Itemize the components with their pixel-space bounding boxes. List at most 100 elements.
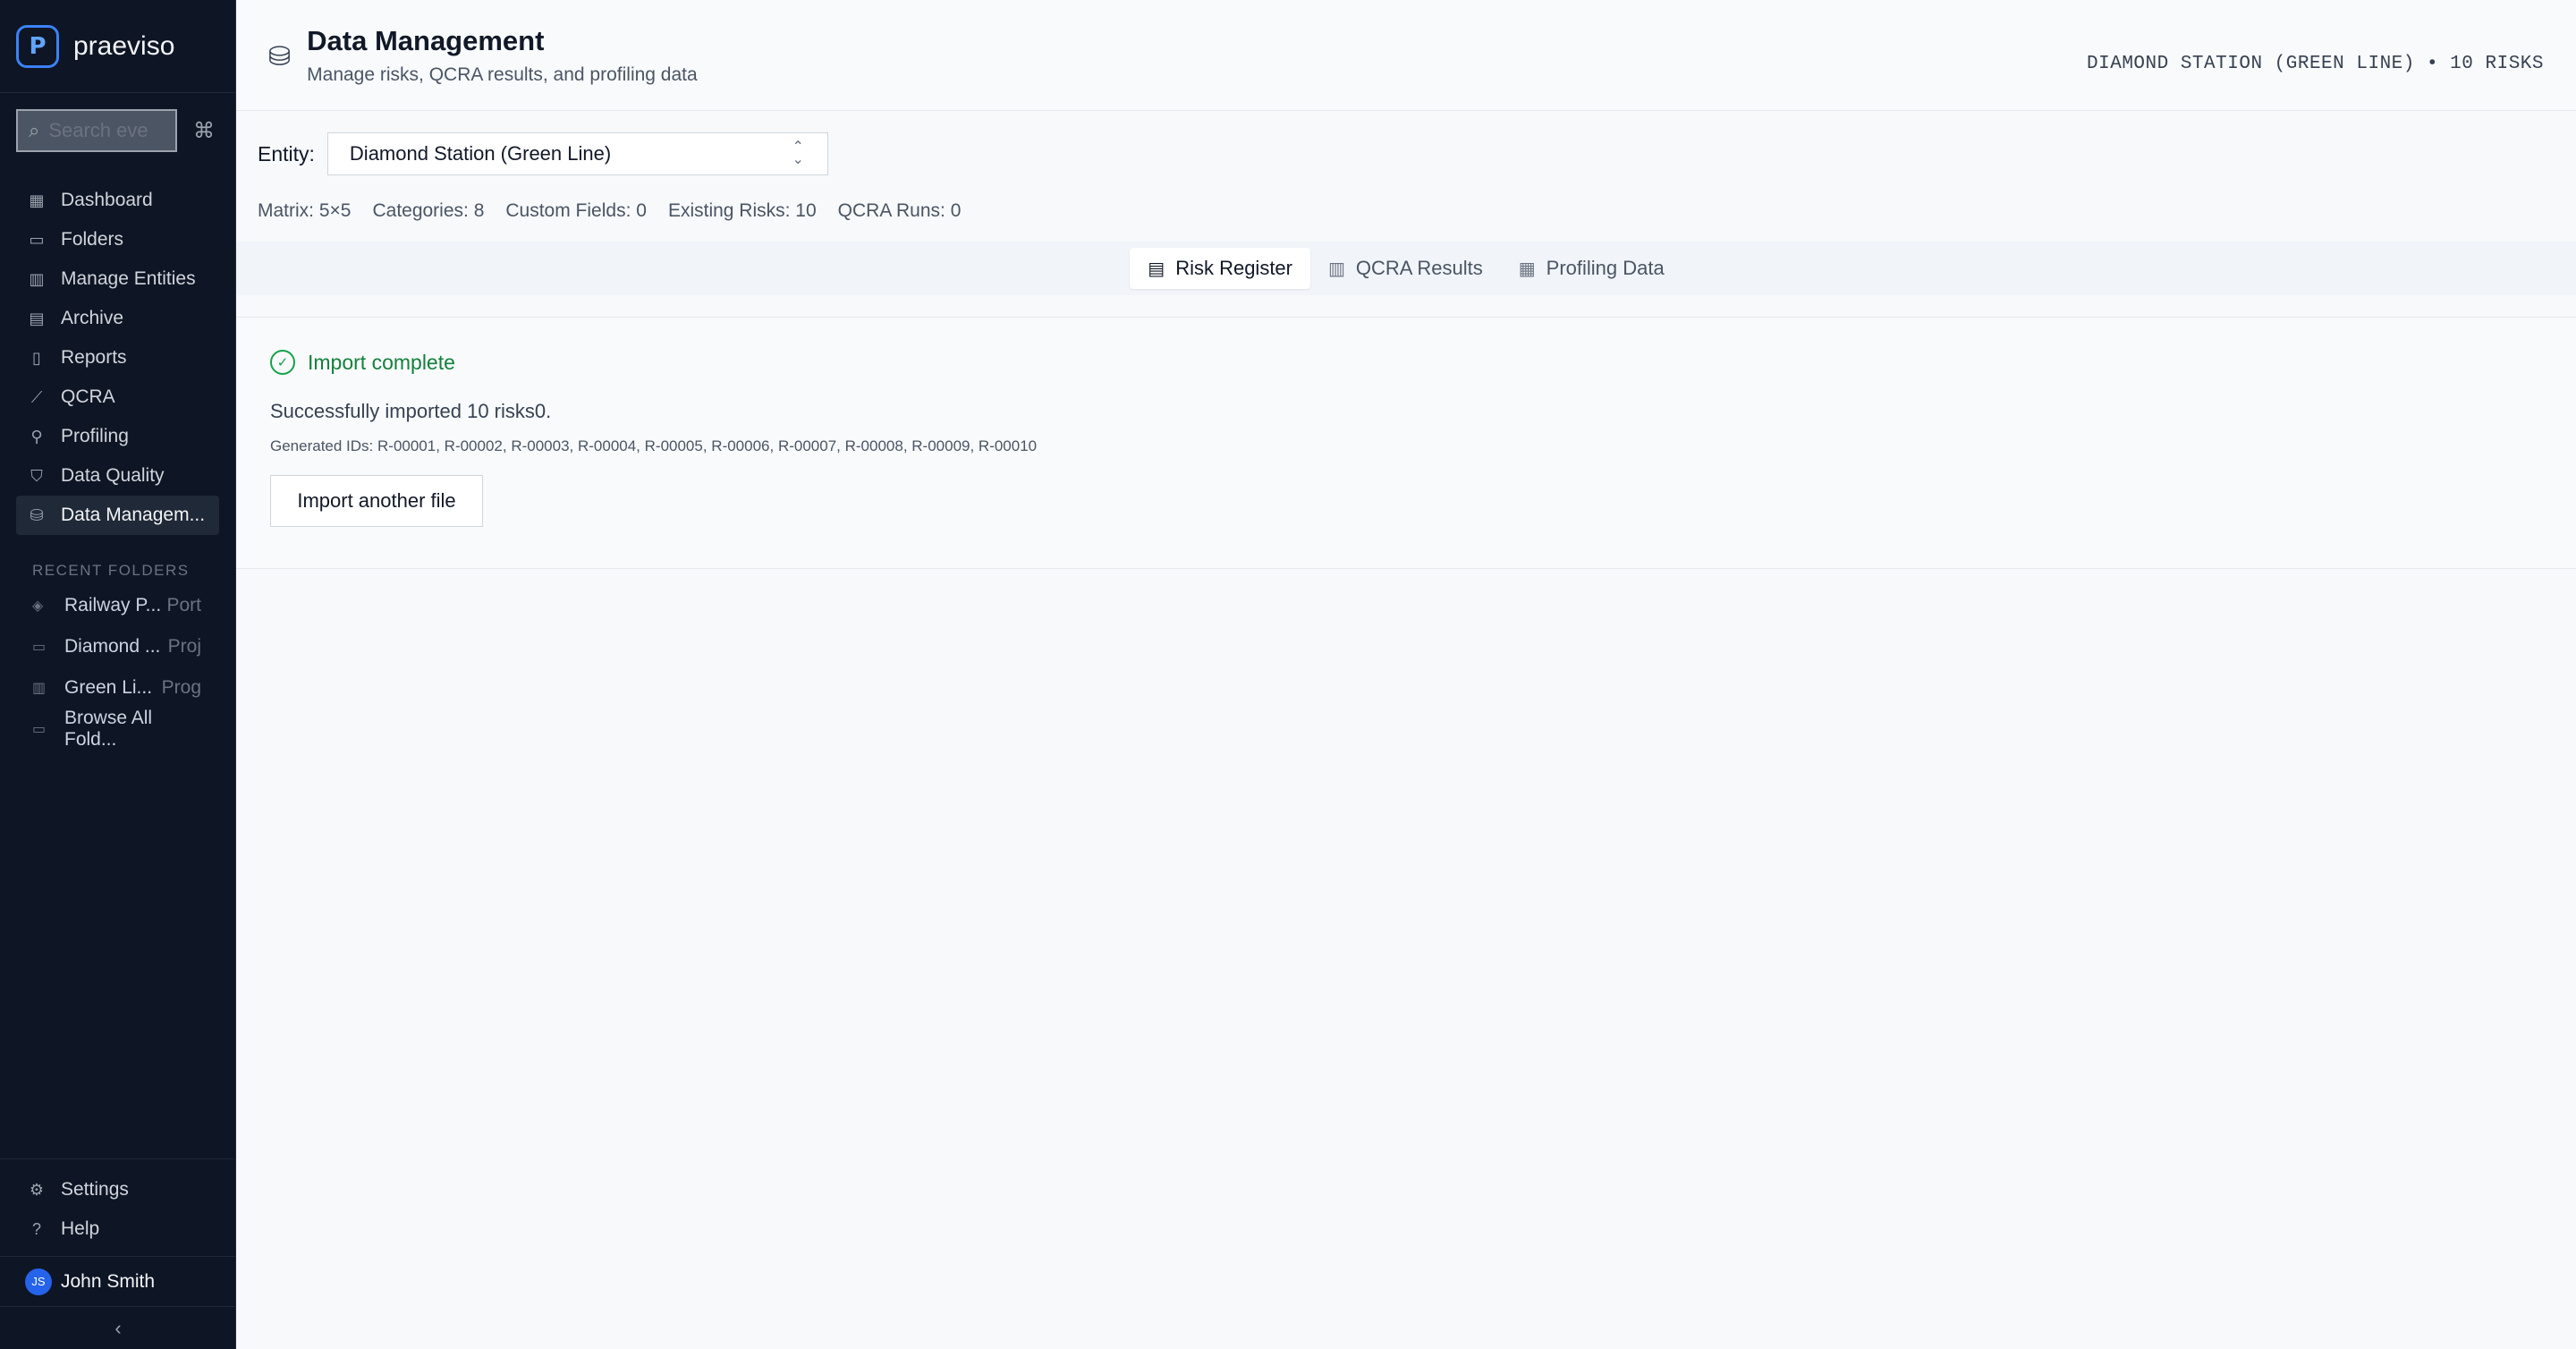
sidebar-item-folders[interactable]: ▭ Folders bbox=[16, 220, 219, 259]
tab-label: Risk Register bbox=[1175, 257, 1292, 279]
entity-context: DIAMOND STATION (GREEN LINE) • 10 RISKS bbox=[2087, 54, 2544, 74]
help-icon: ? bbox=[31, 1219, 41, 1238]
meta-custom-fields: Custom Fields: 0 bbox=[505, 200, 647, 221]
recent-folders-label: RECENT FOLDERS bbox=[32, 562, 190, 579]
sidebar-bottom: ⚙ Settings ? Help JS John Smith ‹ bbox=[0, 1158, 236, 1349]
user-profile[interactable]: JS John Smith bbox=[0, 1256, 236, 1306]
shield-icon: ⛉ bbox=[30, 466, 43, 485]
tab-label: QCRA Results bbox=[1355, 257, 1483, 279]
tab-profiling-data[interactable]: ▦ Profiling Data bbox=[1501, 248, 1682, 289]
header-text: Data Management Manage risks, QCRA resul… bbox=[307, 25, 698, 86]
page-subtitle: Manage risks, QCRA results, and profilin… bbox=[307, 64, 698, 85]
sidebar-item-profiling[interactable]: ⚲ Profiling bbox=[16, 417, 219, 456]
sidebar-item-label: Manage Entities bbox=[61, 268, 196, 289]
tab-label: Profiling Data bbox=[1546, 257, 1665, 279]
import-message: Successfully imported 10 risks0. bbox=[270, 400, 552, 422]
page-header: ⛁ Data Management Manage risks, QCRA res… bbox=[236, 0, 2576, 111]
app-window: P praeviso ⌕ ⌘ ▦ Dashboard ▭ Folders ▥ M… bbox=[0, 0, 2576, 1349]
sidebar-item-label: Data Quality bbox=[61, 465, 165, 486]
import-result-panel: ✓ Import complete Successfully imported … bbox=[236, 317, 2576, 569]
import-status: ✓ Import complete bbox=[270, 350, 2576, 375]
sidebar-item-label: Dashboard bbox=[61, 190, 153, 210]
entity-select-value: Diamond Station (Green Line) bbox=[349, 142, 612, 165]
database-icon: ⛁ bbox=[268, 42, 292, 72]
report-icon: ▯ bbox=[32, 348, 41, 367]
archive-icon: ▤ bbox=[29, 309, 45, 327]
brand-logo: P bbox=[16, 24, 59, 68]
sidebar-item-reports[interactable]: ▯ Reports bbox=[16, 338, 219, 378]
folder-icon: ▭ bbox=[32, 722, 47, 737]
sidebar-item-settings[interactable]: ⚙ Settings bbox=[16, 1170, 220, 1209]
sidebar-item-label: Folders bbox=[61, 229, 124, 250]
document-icon: ▤ bbox=[1148, 259, 1165, 279]
dashboard-icon: ▦ bbox=[29, 191, 45, 209]
tabs-bar: ▤ Risk Register ▥ QCRA Results ▦ Profili… bbox=[236, 242, 2576, 295]
search-icon: ⌕ bbox=[29, 119, 40, 141]
main-content: ⛁ Data Management Manage risks, QCRA res… bbox=[236, 0, 2576, 1349]
recent-folder-item[interactable]: ◈ Railway P... Port bbox=[0, 585, 235, 626]
import-status-title: Import complete bbox=[308, 350, 455, 374]
chart-line-icon: ⟋ bbox=[30, 387, 43, 406]
sidebar-item-manage-entities[interactable]: ▥ Manage Entities bbox=[16, 259, 219, 299]
bottom-nav: ⚙ Settings ? Help bbox=[0, 1158, 236, 1256]
recent-folder-tag: Prog bbox=[161, 677, 201, 698]
check-circle-icon: ✓ bbox=[270, 350, 295, 375]
sidebar-item-label: Archive bbox=[61, 308, 124, 328]
sidebar: P praeviso ⌕ ⌘ ▦ Dashboard ▭ Folders ▥ M… bbox=[0, 0, 236, 1349]
search-row: ⌕ ⌘ bbox=[0, 93, 235, 168]
page-title: Data Management bbox=[307, 24, 545, 56]
grid-icon: ▦ bbox=[1518, 259, 1536, 279]
meta-qcra-runs: QCRA Runs: 0 bbox=[837, 200, 962, 221]
generated-ids: Generated IDs: R-00001, R-00002, R-00003… bbox=[270, 437, 1038, 454]
sidebar-item-dashboard[interactable]: ▦ Dashboard bbox=[16, 181, 219, 220]
meta-matrix: Matrix: 5×5 bbox=[258, 200, 352, 221]
sidebar-item-archive[interactable]: ▤ Archive bbox=[16, 299, 219, 338]
chevron-up-down-icon: ⌃ ⌄ bbox=[792, 140, 804, 167]
browse-all-folders-label: Browse All Fold... bbox=[64, 708, 153, 750]
brand-name: praeviso bbox=[73, 30, 175, 61]
gear-icon: ⚙ bbox=[29, 1180, 45, 1199]
entity-label: Entity: bbox=[258, 141, 315, 165]
sidebar-item-label: Help bbox=[61, 1218, 100, 1239]
bar-chart-icon: ▥ bbox=[1328, 259, 1345, 279]
entity-select[interactable]: Diamond Station (Green Line) ⌃ ⌄ bbox=[326, 132, 828, 175]
sidebar-item-help[interactable]: ? Help bbox=[16, 1209, 220, 1249]
user-name: John Smith bbox=[61, 1270, 156, 1292]
folder-icon: ▭ bbox=[29, 230, 45, 249]
layers-icon: ◈ bbox=[32, 598, 44, 614]
chevron-left-icon: ‹ bbox=[114, 1316, 122, 1339]
recent-folder-name: Diamond ... bbox=[64, 636, 161, 657]
browse-all-folders[interactable]: ▭ Browse All Fold... bbox=[0, 708, 235, 750]
building-icon: ▥ bbox=[32, 681, 47, 696]
tab-risk-register[interactable]: ▤ Risk Register bbox=[1130, 248, 1310, 289]
import-another-file-button[interactable]: Import another file bbox=[270, 475, 483, 527]
search-input[interactable] bbox=[48, 119, 157, 142]
tab-qcra-results[interactable]: ▥ QCRA Results bbox=[1310, 248, 1501, 289]
command-icon[interactable]: ⌘ bbox=[193, 118, 215, 144]
sidebar-item-data-quality[interactable]: ⛉ Data Quality bbox=[16, 456, 219, 496]
brand[interactable]: P praeviso bbox=[0, 0, 235, 93]
recent-folder-tag: Port bbox=[166, 595, 201, 615]
sidebar-item-label: QCRA bbox=[61, 386, 115, 407]
sidebar-item-label: Settings bbox=[61, 1179, 129, 1200]
recent-folder-tag: Proj bbox=[167, 636, 201, 657]
meta-existing-risks: Existing Risks: 10 bbox=[667, 200, 817, 221]
recent-folder-name: Railway P... bbox=[64, 595, 162, 615]
building-icon: ▥ bbox=[29, 269, 45, 288]
profiling-icon: ⚲ bbox=[30, 427, 43, 445]
sidebar-nav: ▦ Dashboard ▭ Folders ▥ Manage Entities … bbox=[0, 168, 235, 535]
sidebar-item-qcra[interactable]: ⟋ QCRA bbox=[16, 378, 219, 417]
sidebar-item-label: Data Managem... bbox=[61, 505, 206, 525]
recent-folder-name: Green Li... bbox=[64, 677, 153, 698]
search-box[interactable]: ⌕ bbox=[16, 109, 177, 152]
sidebar-item-data-management[interactable]: ⛁ Data Managem... bbox=[16, 496, 219, 535]
collapse-sidebar-button[interactable]: ‹ bbox=[0, 1306, 236, 1349]
meta-categories: Categories: 8 bbox=[372, 200, 485, 221]
entity-row: Entity: Diamond Station (Green Line) ⌃ ⌄ bbox=[236, 111, 2576, 175]
avatar: JS bbox=[25, 1268, 52, 1295]
database-icon: ⛁ bbox=[30, 505, 44, 524]
sidebar-item-label: Profiling bbox=[61, 426, 129, 446]
sidebar-item-label: Reports bbox=[61, 347, 127, 368]
recent-folder-item[interactable]: ▭ Diamond ... Proj bbox=[0, 626, 235, 667]
recent-folder-item[interactable]: ▥ Green Li... Prog bbox=[0, 667, 235, 708]
